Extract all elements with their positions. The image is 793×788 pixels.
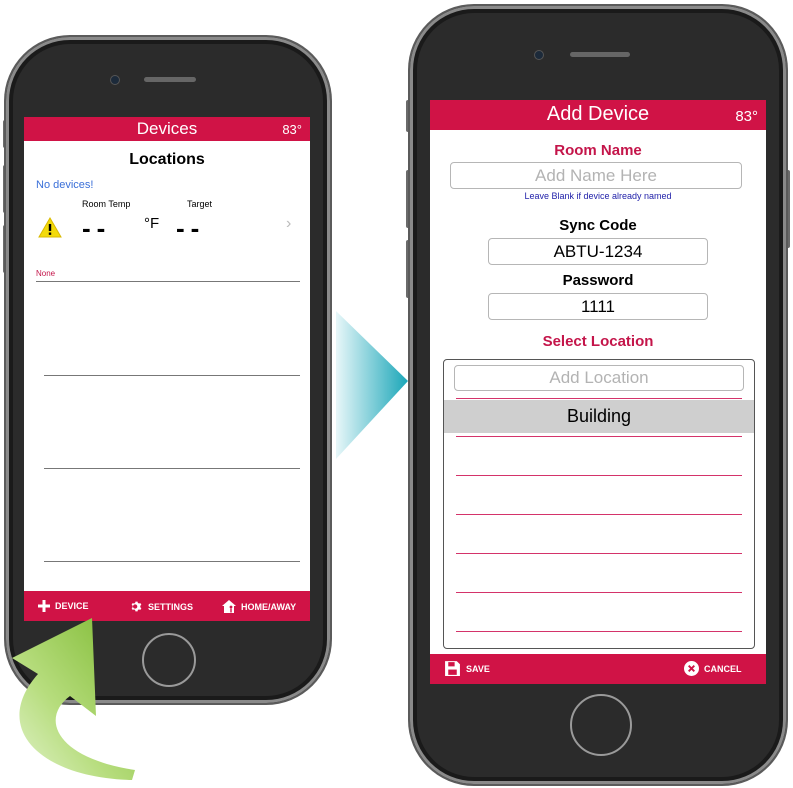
add-device-button[interactable]: DEVICE [38, 600, 89, 612]
divider [44, 561, 300, 562]
right-phone-frame: Add Device 83° Room Name Add Name Here L… [410, 6, 786, 784]
divider [456, 631, 742, 632]
bottom-toolbar: SAVE CANCEL [430, 654, 766, 684]
left-screen: Devices 83° Locations No devices! Room T… [24, 117, 310, 621]
home-away-label: HOME/AWAY [241, 601, 297, 612]
divider [456, 553, 742, 554]
speaker-grille [570, 52, 630, 57]
add-device-header: Add Device 83° [430, 100, 766, 130]
divider [456, 436, 742, 437]
camera-icon [110, 75, 120, 85]
right-screen: Add Device 83° Room Name Add Name Here L… [430, 100, 766, 684]
home-button[interactable] [570, 694, 632, 756]
devices-header: Devices 83° [24, 117, 310, 141]
right-phone-side-button [786, 170, 790, 248]
cancel-label: CANCEL [704, 663, 742, 674]
room-temp-label: Room Temp [82, 199, 131, 209]
locations-title: Locations [129, 151, 205, 168]
room-name-label: Room Name [554, 142, 642, 159]
temp-unit: °F [144, 215, 160, 232]
divider [456, 398, 742, 399]
speaker-grille [144, 77, 196, 82]
settings-button[interactable]: SETTINGS [130, 600, 193, 613]
divider [456, 514, 742, 515]
save-button[interactable]: SAVE [444, 660, 490, 677]
add-location-input[interactable]: Add Location [454, 365, 744, 391]
room-temp-value: -- [82, 213, 112, 243]
curved-arrow-icon [12, 618, 135, 780]
home-away-button[interactable]: HOME/AWAY [222, 600, 296, 613]
outdoor-temp: 83° [735, 108, 758, 125]
location-picker[interactable]: Add Location Building [443, 359, 755, 649]
divider [456, 592, 742, 593]
bottom-toolbar: DEVICE SETTINGS HOME/AWAY [24, 591, 310, 621]
sync-code-label: Sync Code [559, 217, 637, 234]
divider [44, 375, 300, 376]
divider [44, 468, 300, 469]
select-location-label: Select Location [542, 333, 654, 350]
room-name-input[interactable]: Add Name Here [450, 162, 742, 189]
gear-icon [131, 601, 142, 612]
home-away-icon [222, 600, 236, 613]
location-label: None [36, 269, 56, 278]
sync-code-input[interactable]: ABTU-1234 [488, 238, 708, 265]
cancel-button[interactable]: CANCEL [684, 661, 742, 676]
location-row-building[interactable]: Building [444, 400, 754, 433]
target-value: -- [176, 213, 206, 243]
target-label: Target [187, 199, 213, 209]
outdoor-temp: 83° [282, 122, 302, 137]
arrow-right-icon [336, 311, 408, 459]
no-devices-text: No devices! [36, 179, 94, 191]
divider [456, 475, 742, 476]
room-name-hint: Leave Blank if device already named [524, 191, 672, 201]
page-title: Devices [136, 119, 198, 138]
page-title: Add Device [546, 103, 650, 125]
save-label: SAVE [466, 663, 490, 674]
divider [36, 281, 300, 282]
plus-icon [38, 600, 50, 612]
chevron-right-icon[interactable]: › [286, 215, 291, 233]
close-icon [684, 661, 699, 676]
add-device-label: DEVICE [55, 601, 89, 611]
camera-icon [534, 50, 544, 60]
device-row[interactable]: Room Temp Target -- °F -- › [24, 195, 310, 265]
save-icon [445, 661, 460, 676]
warning-icon [38, 217, 62, 238]
password-label: Password [562, 272, 634, 289]
home-button[interactable] [142, 633, 196, 687]
password-input[interactable]: 1111 [488, 293, 708, 320]
left-phone-frame: Devices 83° Locations No devices! Room T… [6, 37, 330, 703]
settings-label: SETTINGS [148, 601, 194, 612]
